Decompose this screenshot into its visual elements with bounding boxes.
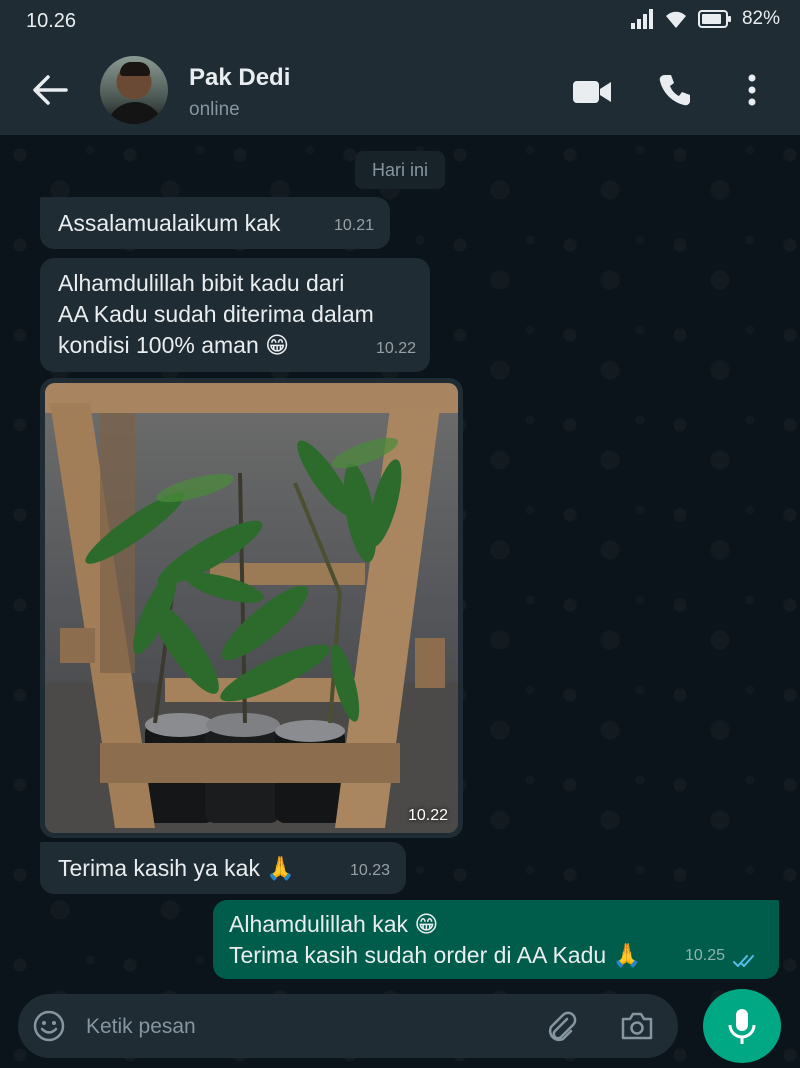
back-arrow-icon[interactable] (30, 72, 70, 108)
microphone-icon (728, 1009, 756, 1044)
status-time: 10.26 (26, 10, 77, 32)
contact-status: online (189, 99, 240, 120)
message-text: Assalamualaikum kak (58, 210, 281, 236)
status-bar: 10.26 82% (0, 0, 800, 42)
photo-illustration (45, 383, 458, 833)
phone-icon[interactable] (657, 72, 693, 108)
more-options-icon[interactable] (742, 72, 762, 108)
battery-level: 82% (741, 8, 780, 29)
battery-icon (697, 10, 731, 28)
video-call-icon[interactable] (572, 78, 612, 106)
date-divider: Hari ini (355, 151, 445, 189)
contact-name[interactable]: Pak Dedi (189, 64, 290, 92)
message-text: Terima kasih ya kak 🙏 (58, 855, 295, 881)
avatar-body (106, 102, 164, 124)
incoming-message[interactable]: Terima kasih ya kak 🙏 10.23 (40, 842, 406, 894)
double-check-icon (733, 955, 754, 967)
incoming-image-message[interactable]: 10.22 (40, 378, 463, 838)
message-composer (18, 994, 678, 1058)
signal-icon (630, 9, 653, 29)
message-text: Alhamdulillah kak 😁 Terima kasih sudah o… (229, 911, 642, 968)
message-text: Alhamdulillah bibit kadu dari AA Kadu su… (58, 270, 374, 358)
message-time: 10.23 (349, 862, 390, 879)
attachment-icon[interactable] (543, 1009, 579, 1045)
status-indicators: 82% (630, 8, 780, 30)
durian-seedlings-photo[interactable]: 10.22 (45, 383, 458, 833)
message-input[interactable] (84, 1006, 518, 1048)
voice-message-button[interactable] (703, 989, 781, 1063)
message-time: 10.22 (375, 340, 416, 357)
avatar-hair (120, 62, 150, 76)
emoji-icon[interactable] (33, 1010, 65, 1042)
contact-avatar[interactable] (100, 56, 168, 124)
wifi-icon (665, 11, 686, 29)
incoming-message[interactable]: Alhamdulillah bibit kadu dari AA Kadu su… (40, 258, 430, 372)
message-time: 10.21 (333, 217, 374, 234)
outgoing-message[interactable]: Alhamdulillah kak 😁 Terima kasih sudah o… (213, 900, 779, 979)
message-time: 10.25 (684, 947, 725, 964)
image-time: 10.22 (407, 807, 448, 824)
camera-icon[interactable] (620, 1011, 654, 1041)
chat-header: Pak Dedi online (0, 42, 800, 135)
incoming-message[interactable]: Assalamualaikum kak 10.21 (40, 197, 390, 249)
